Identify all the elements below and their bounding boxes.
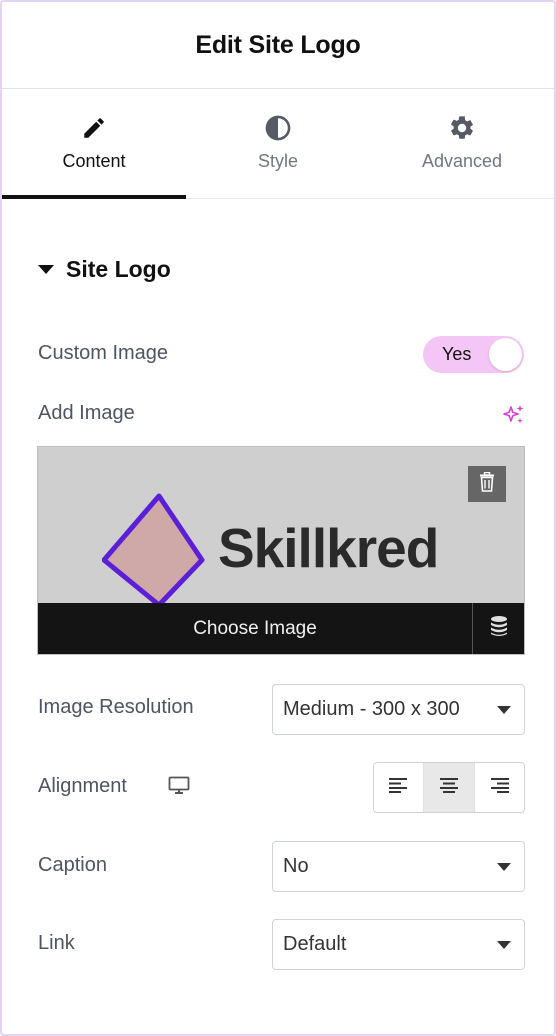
database-icon [489,615,509,642]
desktop-icon[interactable] [168,776,190,796]
tab-style-label: Style [257,151,299,171]
dropdown-arrow-icon [497,941,511,949]
media-action-bar: Choose Image [38,603,524,654]
alignment-label: Alignment [38,775,127,797]
tab-style[interactable]: Style [186,89,370,198]
contrast-icon [263,113,293,143]
image-preview[interactable]: Skillkred Choose Image [37,446,525,655]
sparkle-icon[interactable] [502,403,526,427]
custom-image-label: Custom Image [38,342,169,364]
pencil-icon [79,113,109,143]
panel-title: Edit Site Logo [195,30,361,59]
section-toggle-site-logo[interactable]: Site Logo [38,256,171,283]
panel-header: Edit Site Logo [2,2,554,89]
dropdown-arrow-icon [497,706,511,714]
caption-label: Caption [38,854,107,876]
toggle-knob [489,338,522,371]
align-center-icon [439,777,459,798]
dropdown-arrow-icon [497,863,511,871]
gear-icon [447,113,477,143]
tab-advanced[interactable]: Advanced [370,89,554,198]
align-right-button[interactable] [473,763,524,812]
link-select[interactable]: Default [272,919,525,970]
tab-content[interactable]: Content [2,89,186,199]
choose-image-button[interactable]: Choose Image [38,603,472,654]
caption-select[interactable]: No [272,841,525,892]
alignment-control [373,762,525,813]
tab-advanced-label: Advanced [421,151,503,171]
link-label: Link [38,932,75,954]
link-value: Default [283,933,347,955]
align-left-icon [388,777,409,798]
caption-value: No [283,855,309,877]
toggle-label: Yes [442,344,472,364]
trash-icon [478,471,496,497]
align-right-icon [489,777,510,798]
align-center-button[interactable] [423,763,474,812]
image-resolution-select[interactable]: Medium - 300 x 300 [272,684,525,735]
caret-down-icon [38,265,54,274]
logo-wordmark: Skillkred [218,517,439,579]
section-title: Site Logo [66,256,171,282]
image-resolution-label: Image Resolution [38,696,194,718]
custom-image-toggle[interactable]: Yes [423,336,524,373]
align-left-button[interactable] [374,763,423,812]
delete-image-button[interactable] [468,466,506,502]
media-library-button[interactable] [472,603,524,654]
tab-bar: Content Style Advanced [2,89,554,199]
tab-content-label: Content [62,151,126,171]
add-image-label: Add Image [38,402,135,424]
editor-panel: Edit Site Logo Content Style Advanced Si… [0,0,556,1036]
image-resolution-value: Medium - 300 x 300 [283,698,460,720]
